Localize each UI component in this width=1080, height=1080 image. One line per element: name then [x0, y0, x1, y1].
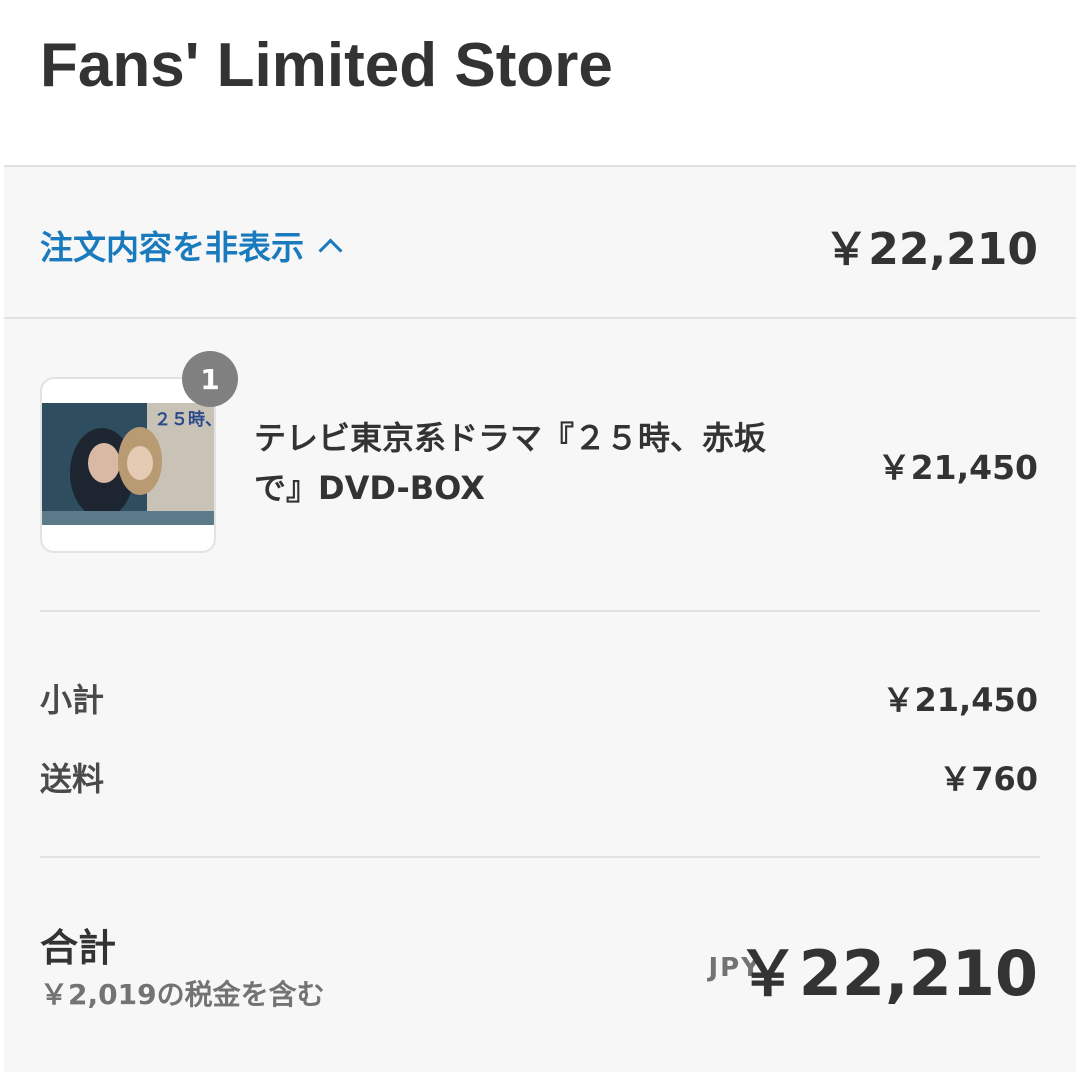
grand-total: ￥22,210	[736, 937, 1038, 1010]
hide-order-summary-button[interactable]: 注文内容を非表示	[40, 221, 343, 269]
subtotal-label: 小計	[40, 681, 105, 719]
product-name: テレビ東京系ドラマ『２５時、赤坂で』DVD-BOX	[254, 419, 767, 507]
shipping-value: ￥760	[939, 760, 1038, 798]
subtotal-value: ￥21,450	[882, 681, 1039, 719]
total-label: 合計	[40, 926, 117, 970]
store-header: Fans' Limited Store	[0, 0, 1080, 166]
store-name: Fans' Limited Store	[40, 31, 613, 100]
order-summary-panel: 注文内容を非表示 ￥22,210 ２５時、赤坂で 1 テレビ東京系ドラマ『２５時…	[4, 165, 1076, 1072]
divider	[40, 610, 1040, 612]
divider	[40, 856, 1040, 858]
chevron-up-icon	[318, 237, 343, 263]
product-image: ２５時、赤坂で	[42, 403, 214, 525]
tax-note: ￥2,019の税金を含む	[40, 978, 325, 1011]
summary-total: ￥22,210	[824, 224, 1038, 275]
hide-order-summary-label: 注文内容を非表示	[40, 228, 304, 267]
order-summary-toggle-row: 注文内容を非表示 ￥22,210	[4, 167, 1076, 319]
quantity-badge: 1	[182, 351, 238, 407]
shipping-label: 送料	[40, 760, 105, 798]
line-item: ２５時、赤坂で 1 テレビ東京系ドラマ『２５時、赤坂で』DVD-BOX ￥21,…	[40, 351, 1040, 557]
thumbnail-text: ２５時、赤坂で	[154, 409, 214, 430]
product-price: ￥21,450	[877, 448, 1038, 487]
product-thumbnail: ２５時、赤坂で	[40, 377, 216, 553]
